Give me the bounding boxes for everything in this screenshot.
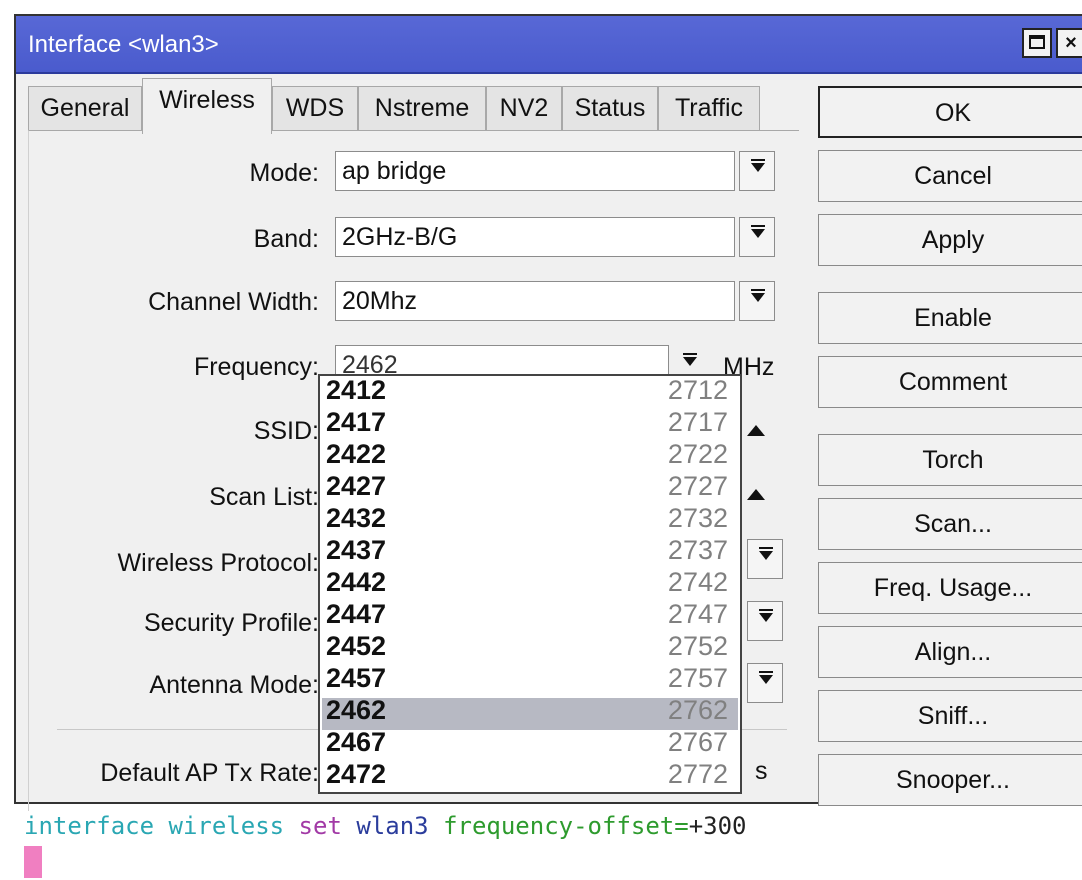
frequency-dropdown-list[interactable]: 2412 2712 2417 2717 2422 2722 2427 2727 2432… (318, 374, 742, 794)
ok-button[interactable]: OK (818, 86, 1082, 138)
mode-select[interactable]: ap bridge (335, 151, 735, 191)
list-item[interactable]: 2467 2767 (322, 727, 738, 762)
sniff-button[interactable]: Sniff... (818, 690, 1082, 742)
tab-wireless[interactable]: Wireless (142, 78, 272, 134)
list-item[interactable]: 2422 2722 (322, 439, 738, 474)
tx-rate-unit: s (755, 757, 768, 785)
tab-wds[interactable]: WDS (272, 86, 358, 130)
list-item[interactable]: 2452 2752 (322, 631, 738, 666)
torch-button[interactable]: Torch (818, 434, 1082, 486)
security-profile-dropdown-button[interactable] (747, 601, 783, 641)
window-title: Interface <wlan3> (28, 31, 219, 58)
frequency-label: Frequency: (193, 353, 319, 381)
chevron-down-icon (683, 357, 697, 366)
channel-width-select[interactable]: 20Mhz (335, 281, 735, 321)
title-bar[interactable]: Interface <wlan3> × (16, 16, 1082, 74)
chevron-down-icon (751, 293, 765, 302)
list-item[interactable]: 2437 2737 (322, 535, 738, 570)
ssid-label: SSID: (253, 417, 319, 445)
list-item[interactable]: 2432 2732 (322, 503, 738, 538)
list-item[interactable]: 2457 2757 (322, 663, 738, 698)
antenna-mode-label: Antenna Mode: (149, 671, 319, 699)
channel-width-label: Channel Width: (148, 288, 319, 316)
default-ap-tx-rate-label: Default AP Tx Rate: (100, 759, 319, 787)
freq-usage-button[interactable]: Freq. Usage... (818, 562, 1082, 614)
mode-label: Mode: (249, 159, 319, 187)
list-item[interactable]: 2427 2727 (322, 471, 738, 506)
list-item[interactable]: 2447 2747 (322, 599, 738, 634)
collapse-up-icon[interactable] (747, 489, 765, 500)
list-item-selected[interactable]: 2462 2762 (322, 695, 738, 730)
wireless-protocol-label: Wireless Protocol: (117, 549, 319, 577)
band-select[interactable]: 2GHz-B/G (335, 217, 735, 257)
tab-general[interactable]: General (28, 86, 142, 130)
antenna-mode-dropdown-button[interactable] (747, 663, 783, 703)
maximize-icon[interactable] (1022, 28, 1052, 58)
enable-button[interactable]: Enable (818, 292, 1082, 344)
list-item[interactable]: 2472 2772 (322, 759, 738, 794)
chevron-down-icon (751, 163, 765, 172)
snooper-button[interactable]: Snooper... (818, 754, 1082, 806)
band-label: Band: (253, 225, 319, 253)
cancel-button[interactable]: Cancel (818, 150, 1082, 202)
comment-button[interactable]: Comment (818, 356, 1082, 408)
chevron-down-icon (759, 551, 773, 560)
tab-nv2[interactable]: NV2 (486, 86, 562, 130)
chevron-down-icon (751, 229, 765, 238)
security-profile-label: Security Profile: (143, 609, 319, 637)
list-item[interactable]: 2412 2712 (322, 375, 738, 410)
scan-button[interactable]: Scan... (818, 498, 1082, 550)
mode-dropdown-button[interactable] (739, 151, 775, 191)
tab-status[interactable]: Status (562, 86, 658, 130)
tab-traffic[interactable]: Traffic (658, 86, 760, 130)
list-item[interactable]: 2442 2742 (322, 567, 738, 602)
channel-width-dropdown-button[interactable] (739, 281, 775, 321)
align-button[interactable]: Align... (818, 626, 1082, 678)
chevron-down-icon (759, 613, 773, 622)
tab-nstreme[interactable]: Nstreme (358, 86, 486, 130)
terminal-command: interface wireless set wlan3 frequency-o… (24, 812, 747, 840)
terminal-cursor (24, 846, 42, 878)
band-dropdown-button[interactable] (739, 217, 775, 257)
collapse-up-icon[interactable] (747, 425, 765, 436)
scan-list-label: Scan List: (209, 483, 319, 511)
apply-button[interactable]: Apply (818, 214, 1082, 266)
list-item[interactable]: 2417 2717 (322, 407, 738, 442)
chevron-down-icon (759, 675, 773, 684)
close-icon[interactable]: × (1056, 28, 1082, 58)
wireless-protocol-dropdown-button[interactable] (747, 539, 783, 579)
